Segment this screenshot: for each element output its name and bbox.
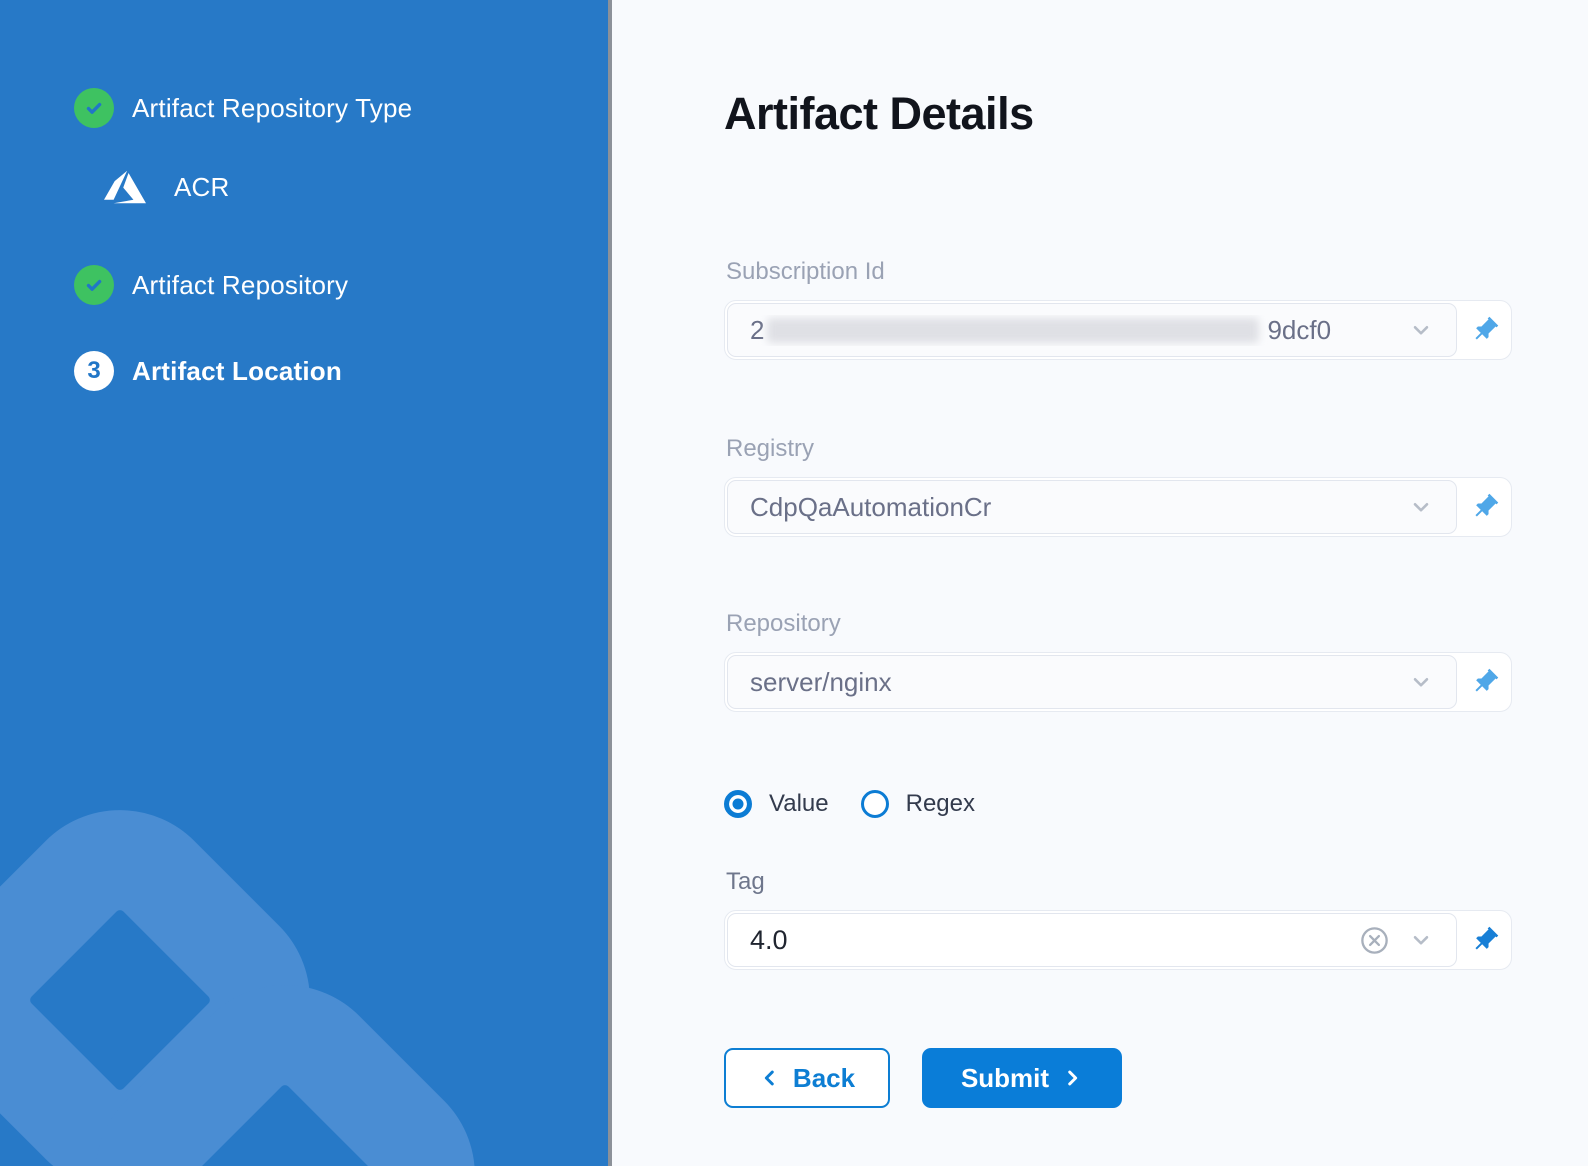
registry-label: Registry <box>726 435 1512 463</box>
back-button[interactable]: Back <box>724 1048 890 1108</box>
tag-match-mode-radios: Value Regex <box>724 790 1588 818</box>
repository-select[interactable]: server/nginx <box>727 655 1457 709</box>
back-button-label: Back <box>793 1063 855 1094</box>
pin-button[interactable] <box>1459 653 1511 711</box>
radio-selected-icon <box>724 790 752 818</box>
step-label: Artifact Repository <box>132 270 348 301</box>
clear-icon[interactable] <box>1359 925 1390 956</box>
chevron-down-icon <box>1408 927 1434 953</box>
subscription-id-visible-start: 2 <box>750 315 764 346</box>
subscription-id-field: Subscription Id 2 9dcf0 <box>724 258 1512 360</box>
step-label: Artifact Location <box>132 356 342 387</box>
repository-field: Repository server/nginx <box>724 610 1512 712</box>
chevron-down-icon <box>1408 669 1434 695</box>
form-actions: Back Submit <box>724 1048 1588 1108</box>
subscription-id-label: Subscription Id <box>726 258 1512 286</box>
step-artifact-location[interactable]: 3 Artifact Location <box>74 351 608 391</box>
tag-label: Tag <box>726 868 1512 896</box>
wizard-step-list: Artifact Repository Type ACR Artifact Re… <box>0 0 608 391</box>
artifact-details-panel: Artifact Details Subscription Id 2 9dcf0 <box>612 0 1588 1166</box>
registry-select[interactable]: CdpQaAutomationCr <box>727 480 1457 534</box>
step-artifact-repository[interactable]: Artifact Repository <box>74 265 608 305</box>
substep-acr[interactable]: ACR <box>100 166 608 208</box>
registry-field: Registry CdpQaAutomationCr <box>724 435 1512 537</box>
wizard-steps-sidebar: Artifact Repository Type ACR Artifact Re… <box>0 0 608 1166</box>
tag-combobox[interactable] <box>727 913 1457 967</box>
tag-field-group <box>724 910 1512 970</box>
repository-value: server/nginx <box>750 667 1390 698</box>
app-window: Artifact Repository Type ACR Artifact Re… <box>0 0 1588 1166</box>
pushpin-icon <box>1470 492 1500 522</box>
submit-button[interactable]: Submit <box>922 1048 1122 1108</box>
tag-input[interactable] <box>750 925 1359 956</box>
submit-button-label: Submit <box>961 1063 1049 1094</box>
tag-field: Tag <box>724 868 1512 970</box>
step-label: Artifact Repository Type <box>132 93 412 124</box>
registry-field-group: CdpQaAutomationCr <box>724 477 1512 537</box>
chevron-down-icon <box>1408 494 1434 520</box>
substep-label: ACR <box>174 172 230 203</box>
pin-button-active[interactable] <box>1459 911 1511 969</box>
pin-button[interactable] <box>1459 478 1511 536</box>
azure-icon <box>100 166 150 208</box>
radio-value-label: Value <box>769 790 829 818</box>
step-complete-check-icon <box>74 88 114 128</box>
pushpin-icon <box>1470 315 1500 345</box>
registry-value: CdpQaAutomationCr <box>750 492 1390 523</box>
pushpin-icon <box>1470 667 1500 697</box>
step-complete-check-icon <box>74 265 114 305</box>
chevron-left-icon <box>759 1067 781 1089</box>
subscription-id-visible-end: 9dcf0 <box>1267 315 1331 346</box>
radio-regex-label: Regex <box>906 790 975 818</box>
pin-button[interactable] <box>1459 301 1511 359</box>
chevron-down-icon <box>1408 317 1434 343</box>
step-number-badge: 3 <box>74 351 114 391</box>
radio-value[interactable]: Value <box>724 790 829 818</box>
subscription-id-redacted-blur <box>767 318 1259 343</box>
radio-regex[interactable]: Regex <box>861 790 975 818</box>
repository-field-group: server/nginx <box>724 652 1512 712</box>
subscription-id-value: 2 9dcf0 <box>750 315 1390 346</box>
chevron-right-icon <box>1061 1067 1083 1089</box>
subscription-id-field-group: 2 9dcf0 <box>724 300 1512 360</box>
radio-unselected-icon <box>861 790 889 818</box>
page-title: Artifact Details <box>724 88 1588 140</box>
step-artifact-repository-type[interactable]: Artifact Repository Type <box>74 88 608 128</box>
repository-label: Repository <box>726 610 1512 638</box>
subscription-id-select[interactable]: 2 9dcf0 <box>727 303 1457 357</box>
pushpin-icon <box>1470 925 1500 955</box>
